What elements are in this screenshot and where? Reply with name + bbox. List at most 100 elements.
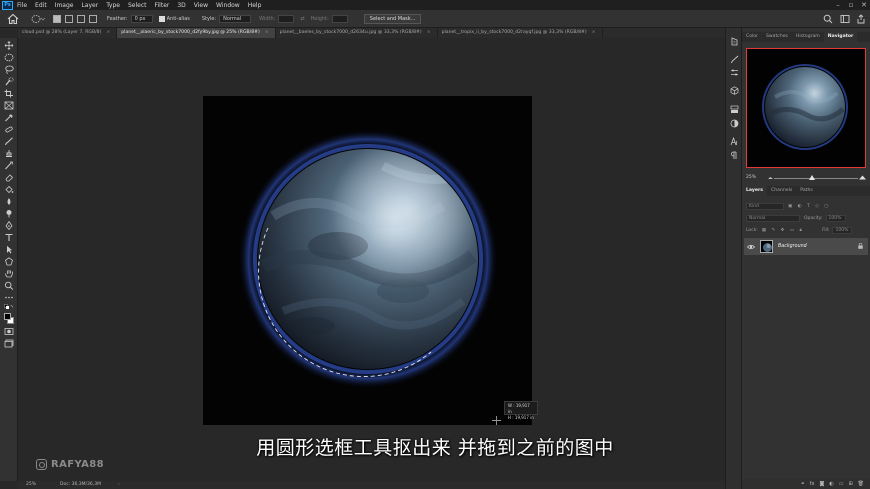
blur-tool-icon[interactable] [4, 197, 14, 206]
opacity-input[interactable]: 100% [825, 214, 846, 222]
search-icon[interactable] [823, 14, 833, 24]
tab-layers[interactable]: Layers [742, 186, 767, 196]
fx-icon[interactable]: fx [810, 481, 815, 487]
default-colors-icon[interactable] [4, 304, 14, 313]
healing-brush-tool-icon[interactable] [4, 125, 14, 134]
brush-settings-icon[interactable] [730, 55, 739, 64]
quick-selection-tool-icon[interactable] [4, 77, 14, 86]
path-selection-tool-icon[interactable] [4, 245, 14, 254]
share-icon[interactable] [856, 14, 866, 24]
home-icon[interactable] [7, 13, 19, 25]
swap-dimensions-icon[interactable]: ⇄ [300, 16, 304, 22]
hand-tool-icon[interactable] [4, 269, 14, 278]
workspace-icon[interactable] [840, 14, 850, 24]
menu-layer[interactable]: Layer [77, 2, 102, 9]
shape-tool-icon[interactable] [4, 257, 14, 266]
kind-filter-select[interactable]: Kind [746, 202, 784, 210]
adjustments-icon[interactable] [730, 68, 739, 77]
properties-icon[interactable] [730, 105, 739, 114]
menu-image[interactable]: Image [51, 2, 78, 9]
add-mask-icon[interactable]: ◙ [819, 481, 824, 487]
paint-bucket-tool-icon[interactable] [4, 185, 14, 194]
status-zoom[interactable]: 25% [26, 481, 36, 489]
style-select[interactable]: Normal [219, 14, 252, 23]
canvas-area[interactable]: W : 19,917 in H : 19,917 in [18, 38, 725, 481]
status-menu-arrow-icon[interactable]: › [118, 481, 120, 489]
menu-filter[interactable]: Filter [151, 2, 174, 9]
tab-channels[interactable]: Channels [767, 186, 796, 196]
tab-close-icon[interactable]: × [427, 30, 431, 35]
tab-close-icon[interactable]: × [265, 30, 269, 35]
menu-edit[interactable]: Edit [31, 2, 51, 9]
tab-navigator[interactable]: Navigator [823, 32, 858, 42]
minimize-icon[interactable]: – [832, 0, 844, 10]
tab-planet-baeles[interactable]: planet__baeles_by_stock7000_d2634u.jpg @… [275, 28, 438, 38]
quick-mask-icon[interactable] [4, 327, 14, 336]
move-tool-icon[interactable] [4, 41, 14, 50]
zoom-out-icon[interactable] [768, 175, 773, 181]
zoom-slider-thumb[interactable] [809, 175, 815, 180]
fill-input[interactable]: 100% [832, 226, 853, 234]
type-tool-icon[interactable] [4, 233, 14, 242]
styles-icon[interactable] [730, 119, 739, 128]
tab-swatches[interactable]: Swatches [762, 32, 792, 42]
elliptical-marquee-icon[interactable] [31, 14, 45, 24]
menu-view[interactable]: View [190, 2, 212, 9]
layer-lock-icon[interactable] [858, 243, 863, 249]
tab-planet-alaeric[interactable]: planet__alaeric_by_stock7000_d2fy9by.jpg… [117, 28, 276, 38]
height-input[interactable] [331, 14, 348, 23]
menu-select[interactable]: Select [124, 2, 151, 9]
menu-file[interactable]: File [13, 2, 31, 9]
tab-close-icon[interactable]: × [592, 30, 596, 35]
history-brush-tool-icon[interactable] [4, 161, 14, 170]
subtract-selection-icon[interactable] [77, 14, 85, 23]
zoom-slider-track[interactable] [774, 178, 858, 179]
select-and-mask-button[interactable]: Select and Mask... [363, 13, 422, 24]
pen-tool-icon[interactable] [4, 221, 14, 230]
maximize-icon[interactable]: ▫ [845, 0, 857, 10]
lock-icons[interactable]: ▦ ✎ ✥ ▭ 🔒︎ [762, 227, 804, 233]
clone-stamp-tool-icon[interactable] [4, 149, 14, 158]
new-selection-icon[interactable] [53, 14, 61, 23]
tab-cloud[interactable]: cloud.psd @ 28% (Layer 7, RGB/8) × [18, 28, 118, 38]
tab-paths[interactable]: Paths [796, 186, 817, 196]
menu-help[interactable]: Help [244, 2, 266, 9]
tab-planet-tropix[interactable]: planet__tropix_ii_by_stock7000_d2rayqf.j… [437, 28, 603, 38]
close-icon[interactable]: ✕ [858, 0, 870, 10]
link-layers-icon[interactable]: ⚭ [801, 481, 805, 487]
screen-mode-icon[interactable] [4, 339, 14, 348]
tab-histogram[interactable]: Histogram [792, 32, 824, 42]
layer-name[interactable]: Background [778, 244, 807, 249]
tab-close-icon[interactable]: × [106, 30, 110, 35]
dodge-tool-icon[interactable] [4, 209, 14, 218]
menu-type[interactable]: Type [102, 2, 124, 9]
group-folder-icon[interactable]: ▭ [839, 481, 844, 487]
tab-color[interactable]: Color [742, 32, 762, 42]
history-icon[interactable] [730, 37, 739, 46]
intersect-selection-icon[interactable] [89, 14, 97, 23]
feather-input[interactable]: 0 px [130, 14, 153, 23]
document-canvas[interactable] [203, 96, 532, 425]
elliptical-marquee-tool-icon[interactable] [4, 53, 14, 62]
frame-tool-icon[interactable] [4, 101, 14, 110]
visibility-eye-icon[interactable] [747, 244, 755, 250]
blend-mode-select[interactable]: Normal [746, 214, 800, 222]
zoom-tool-icon[interactable] [4, 281, 14, 290]
layer-background[interactable]: Background [744, 238, 868, 255]
eyedropper-tool-icon[interactable] [4, 113, 14, 122]
menu-3d[interactable]: 3D [173, 2, 189, 9]
character-icon[interactable] [730, 137, 739, 146]
new-layer-icon[interactable]: ⊞ [848, 481, 852, 487]
more-tools-icon[interactable] [4, 293, 14, 302]
lasso-tool-icon[interactable] [4, 65, 14, 74]
antialias-checkbox[interactable] [158, 15, 165, 22]
width-input[interactable] [278, 14, 295, 23]
adjustment-layer-icon[interactable]: ◐ [829, 481, 833, 487]
delete-layer-icon[interactable]: 🗑︎ [858, 481, 864, 487]
brush-tool-icon[interactable] [4, 137, 14, 146]
zoom-in-icon[interactable] [859, 174, 866, 181]
filter-type-icons[interactable]: ▣ ◐ T ◇ ▢ [788, 204, 830, 209]
3d-icon[interactable] [730, 86, 739, 95]
color-swatches[interactable] [4, 313, 14, 325]
eraser-tool-icon[interactable] [4, 173, 14, 182]
